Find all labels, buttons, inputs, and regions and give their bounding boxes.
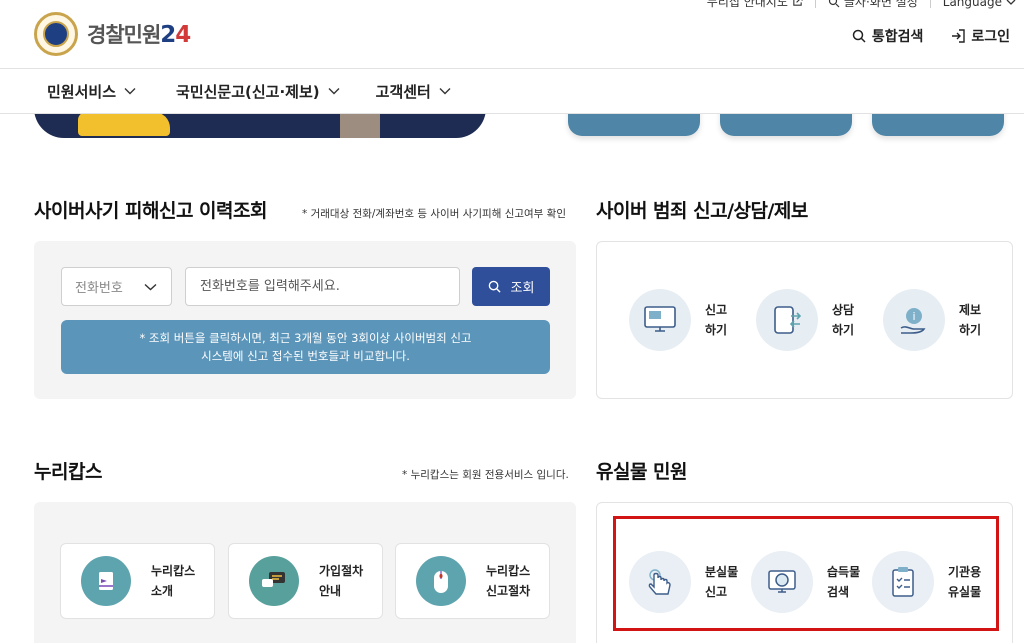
lookup-type-value: 전화번호 [75,281,123,296]
nurikaps-report-card[interactable]: 누리캅스신고절차 [395,543,550,619]
external-link-icon [793,0,803,6]
nav-item-customer-center[interactable]: 고객센터 [376,81,451,102]
fraud-lookup-note: * 거래대상 전화/계좌번호 등 사이버 사기피해 신고여부 확인 [302,208,566,220]
card-label-line2: 소개 [151,584,174,598]
sitemap-label: 누리집 안내지도 [706,0,788,9]
card-label-line1: 누리캅스 [151,564,196,578]
divider [814,0,816,8]
chevron-down-icon [124,88,136,95]
item-label-line1: 상담 [832,303,855,317]
item-label-line2: 하기 [705,323,728,337]
info-hand-icon: i [883,289,945,351]
page: 누리집 안내지도 글자·화면 설정 Language 경찰민원24 통합검색 로… [0,0,1024,643]
item-label-line1: 신고 [705,303,728,317]
login-icon [952,29,966,43]
integrated-search-button[interactable]: 통합검색 [852,26,924,46]
lookup-search-button[interactable]: 조회 [472,267,550,306]
lookup-search-label: 조회 [510,281,535,296]
nurikaps-note: * 누리캅스는 회원 전용서비스 입니다. [402,469,569,481]
phone-consult-icon [756,289,818,351]
header-actions: 통합검색 로그인 [852,26,1010,46]
cyber-consult-button[interactable]: 상담하기 [756,289,854,351]
mouse-icon [416,556,466,606]
card-label-line1: 가입절차 [319,564,364,578]
police-emblem-icon [34,12,78,56]
banner-car-graphic [78,112,170,136]
search-label: 통합검색 [871,29,924,45]
section-title-nurikaps: 누리캅스 [34,461,102,483]
nav-item-civil-service[interactable]: 민원서비스 [47,81,136,102]
nurikaps-intro-card[interactable]: 누리캅스소개 [60,543,215,619]
signup-guide-card[interactable]: 가입절차안내 [228,543,383,619]
chevron-down-icon [144,283,157,290]
cyber-tip-button[interactable]: i 제보하기 [883,289,981,351]
section-title-lost-items: 유실물 민원 [596,461,688,483]
cyber-report-button[interactable]: 신고하기 [629,289,727,351]
sitemap-link[interactable]: 누리집 안내지도 [707,0,803,10]
site-header: 누리집 안내지도 글자·화면 설정 Language 경찰민원24 통합검색 로… [0,0,1024,68]
login-label: 로그인 [971,29,1010,45]
card-label-line2: 안내 [319,584,342,598]
display-settings-label: 글자·화면 설정 [843,0,918,9]
notice-line-2: 시스템에 신고 접수된 번호들과 비교합니다. [201,349,410,363]
item-label-line2: 하기 [832,323,855,337]
highlight-box [613,516,999,631]
chevron-down-icon [328,88,340,95]
card-label-line2: 신고절차 [486,584,531,598]
nav-item-label: 민원서비스 [47,82,117,101]
section-title-fraud-lookup: 사이버사기 피해신고 이력조회 [34,200,267,222]
search-icon [488,280,501,293]
notice-line-1: * 조회 버튼을 클릭하시면, 최근 3개월 동안 3회이상 사이버범죄 신고 [139,331,472,345]
chevron-down-icon [439,88,451,95]
logo-number: 2 [160,22,176,48]
login-button[interactable]: 로그인 [951,26,1010,46]
main-navigation: 민원서비스 국민신문고(신고·제보) 고객센터 [0,68,1024,114]
monitor-report-icon [629,289,691,351]
nav-item-sinmungo[interactable]: 국민신문고(신고·제보) [176,81,340,102]
item-label-line1: 제보 [959,303,982,317]
item-label-line2: 하기 [959,323,982,337]
site-logo[interactable]: 경찰민원24 [34,12,191,56]
chevron-down-icon [1006,0,1016,5]
logo-text: 경찰민원 [87,23,161,47]
lookup-notice: * 조회 버튼을 클릭하시면, 최근 3개월 동안 3회이상 사이버범죄 신고 … [61,320,550,374]
svg-text:i: i [912,310,915,323]
phone-number-input[interactable] [185,267,460,306]
chat-bubble-icon [249,556,299,606]
logo-number-accent: 4 [175,22,191,48]
section-title-cyber-crime: 사이버 범죄 신고/상담/제보 [596,200,808,222]
lookup-type-select[interactable]: 전화번호 [61,267,172,306]
language-selector[interactable]: Language [943,0,1016,9]
zoom-icon [828,0,840,7]
book-icon [81,556,131,606]
search-icon [852,29,866,43]
divider [929,0,931,8]
nav-item-label: 국민신문고(신고·제보) [176,82,320,101]
utility-bar: 누리집 안내지도 글자·화면 설정 Language [707,0,1016,10]
nav-item-label: 고객센터 [375,82,431,101]
language-label: Language [942,0,1002,9]
card-label-line1: 누리캅스 [486,564,531,578]
display-settings-link[interactable]: 글자·화면 설정 [828,0,918,10]
